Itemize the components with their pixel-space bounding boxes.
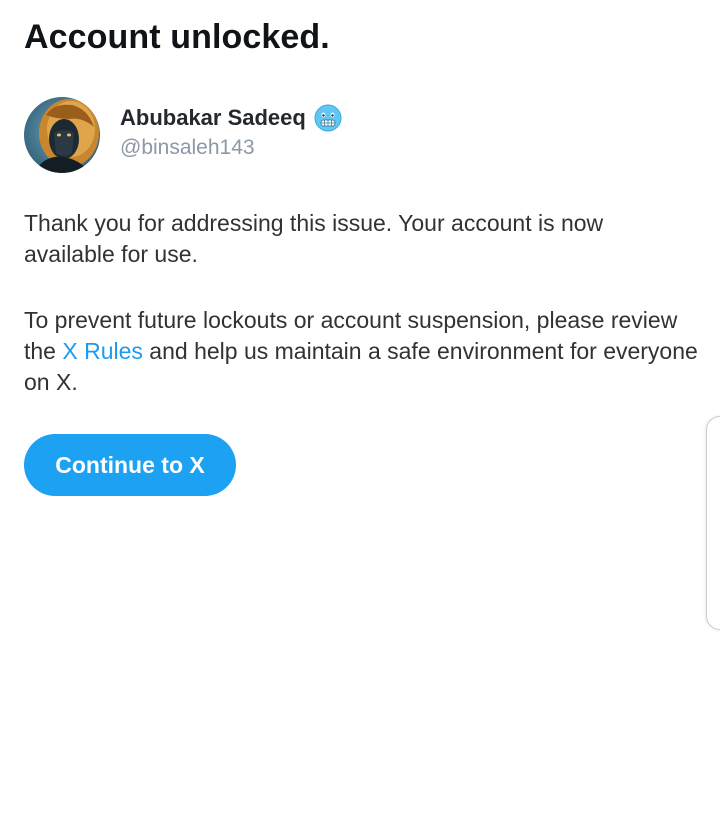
x-rules-link[interactable]: X Rules bbox=[62, 338, 143, 364]
user-handle[interactable]: @binsaleh143 bbox=[120, 136, 342, 160]
cold-face-emoji-icon bbox=[314, 104, 342, 132]
avatar[interactable] bbox=[24, 97, 100, 173]
continue-button[interactable]: Continue to X bbox=[24, 434, 236, 496]
profile-card: Abubakar Sadeeq @binsaleh143 bbox=[24, 97, 342, 173]
display-name[interactable]: Abubakar Sadeeq bbox=[120, 105, 306, 131]
unlock-message: Thank you for addressing this issue. You… bbox=[24, 210, 604, 267]
lion-avatar-icon bbox=[24, 97, 100, 173]
page-title: Account unlocked. bbox=[24, 18, 330, 56]
side-panel-handle[interactable] bbox=[706, 416, 720, 630]
rules-message: To prevent future lockouts or account su… bbox=[24, 305, 700, 398]
